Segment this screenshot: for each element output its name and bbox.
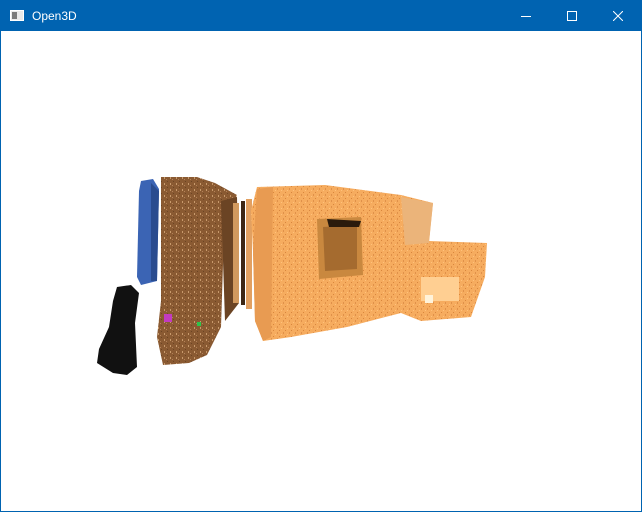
blue-object: [137, 179, 159, 285]
close-button[interactable]: [595, 1, 641, 31]
minimize-button[interactable]: [503, 1, 549, 31]
3d-viewport[interactable]: [1, 31, 641, 511]
title-bar[interactable]: Open3D: [1, 1, 641, 31]
minimize-icon: [521, 16, 531, 17]
point-cloud-render[interactable]: [1, 31, 641, 511]
orange-object: [251, 185, 487, 341]
black-object: [97, 285, 139, 375]
close-icon: [613, 11, 623, 21]
brown-object: [157, 177, 239, 365]
window-title: Open3D: [32, 9, 77, 23]
maximize-icon: [567, 11, 577, 21]
app-window-icon: [10, 10, 24, 21]
maximize-button[interactable]: [549, 1, 595, 31]
app-window: Open3D: [0, 0, 642, 512]
stripe-object: [233, 199, 252, 309]
